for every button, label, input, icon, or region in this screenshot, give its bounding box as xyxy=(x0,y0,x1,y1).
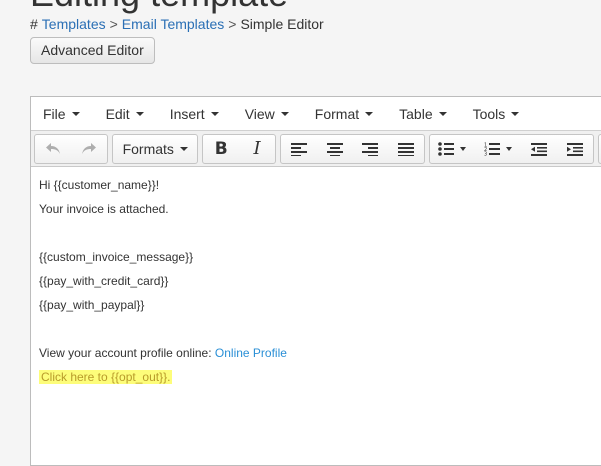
menu-tools-label: Tools xyxy=(472,105,506,122)
menu-file-label: File xyxy=(43,105,66,122)
editor-toolbar: Formats B I 123 xyxy=(31,131,601,167)
advanced-editor-button[interactable]: Advanced Editor xyxy=(30,37,155,64)
align-right-icon xyxy=(362,142,379,156)
align-group xyxy=(279,133,426,164)
list-group: 123 xyxy=(429,133,595,164)
caret-down-icon xyxy=(511,111,520,116)
bold-button[interactable]: B xyxy=(203,135,239,163)
bullet-list-button[interactable] xyxy=(430,135,476,163)
caret-down-icon xyxy=(179,146,188,151)
menu-view[interactable]: View xyxy=(237,106,297,122)
indent-icon xyxy=(567,142,584,156)
indent-button[interactable] xyxy=(557,135,593,163)
profile-prefix-text: View your account profile online: xyxy=(39,346,215,360)
history-group xyxy=(34,133,108,164)
italic-button[interactable]: I xyxy=(239,135,275,163)
caret-down-icon xyxy=(438,111,447,116)
align-left-button[interactable] xyxy=(281,135,317,163)
breadcrumb-separator: > xyxy=(109,16,118,32)
bullet-list-icon xyxy=(438,141,466,156)
content-line-greeting: Hi {{customer_name}}! xyxy=(39,178,160,192)
caret-down-icon xyxy=(71,111,80,116)
menu-format[interactable]: Format xyxy=(307,106,381,122)
menu-table[interactable]: Table xyxy=(391,106,454,122)
breadcrumb-templates-link[interactable]: Templates xyxy=(42,16,106,32)
content-line-paypal: {{pay_with_paypal}} xyxy=(39,298,145,312)
content-line-custom-message: {{custom_invoice_message}} xyxy=(39,250,194,264)
menu-insert[interactable]: Insert xyxy=(162,106,227,122)
align-left-icon xyxy=(290,142,307,156)
breadcrumb-separator: > xyxy=(228,16,237,32)
editor-content-area[interactable]: Hi {{customer_name}}! Your invoice is at… xyxy=(31,167,601,395)
undo-icon xyxy=(45,142,60,154)
align-justify-icon xyxy=(398,142,415,156)
svg-text:3: 3 xyxy=(484,151,487,156)
formats-group: Formats xyxy=(111,133,199,164)
redo-icon xyxy=(81,142,96,154)
caret-down-icon xyxy=(280,111,289,116)
outdent-button[interactable] xyxy=(521,135,557,163)
caret-down-icon xyxy=(210,111,219,116)
align-justify-button[interactable] xyxy=(388,135,424,163)
content-line-blank xyxy=(39,317,601,341)
align-right-button[interactable] xyxy=(353,135,389,163)
italic-icon: I xyxy=(253,138,261,159)
menu-insert-label: Insert xyxy=(169,105,205,122)
menu-edit[interactable]: Edit xyxy=(98,106,152,122)
formats-dropdown[interactable]: Formats xyxy=(113,135,198,163)
numbered-list-button[interactable]: 123 xyxy=(476,135,522,163)
menu-tools[interactable]: Tools xyxy=(465,106,528,122)
content-line-profile: View your account profile online: Online… xyxy=(39,341,601,365)
undo-button[interactable] xyxy=(35,135,71,163)
redo-button[interactable] xyxy=(71,135,107,163)
opt-out-highlight: Click here to {{opt_out}}. xyxy=(39,370,173,384)
caret-down-icon xyxy=(365,111,374,116)
content-line-opt-out: Click here to {{opt_out}}. xyxy=(39,365,601,389)
page-title: Editing template xyxy=(30,0,288,14)
editor-menubar: File Edit Insert View Format Table Tools xyxy=(31,97,601,131)
formats-label: Formats xyxy=(122,140,174,157)
breadcrumb: # Templates > Email Templates > Simple Editor xyxy=(30,16,324,32)
style-group: B I xyxy=(202,133,276,164)
menu-format-label: Format xyxy=(314,105,360,122)
menu-table-label: Table xyxy=(399,105,433,122)
numbered-list-icon: 123 xyxy=(484,142,512,156)
breadcrumb-email-templates-link[interactable]: Email Templates xyxy=(122,16,224,32)
content-line-blank xyxy=(39,221,601,245)
menu-edit-label: Edit xyxy=(105,105,130,122)
content-line-invoice: Your invoice is attached. xyxy=(39,202,169,216)
online-profile-link[interactable]: Online Profile xyxy=(215,346,287,360)
outdent-icon xyxy=(531,142,548,156)
breadcrumb-hash: # xyxy=(30,16,38,32)
caret-down-icon xyxy=(135,111,144,116)
content-line-credit-card: {{pay_with_credit_card}} xyxy=(39,274,169,288)
breadcrumb-current: Simple Editor xyxy=(240,16,324,32)
rich-text-editor: File Edit Insert View Format Table Tools… xyxy=(30,96,601,466)
menu-file[interactable]: File xyxy=(35,106,88,122)
align-center-button[interactable] xyxy=(317,135,353,163)
bold-icon: B xyxy=(214,138,228,159)
align-center-icon xyxy=(326,142,343,156)
menu-view-label: View xyxy=(244,105,275,122)
